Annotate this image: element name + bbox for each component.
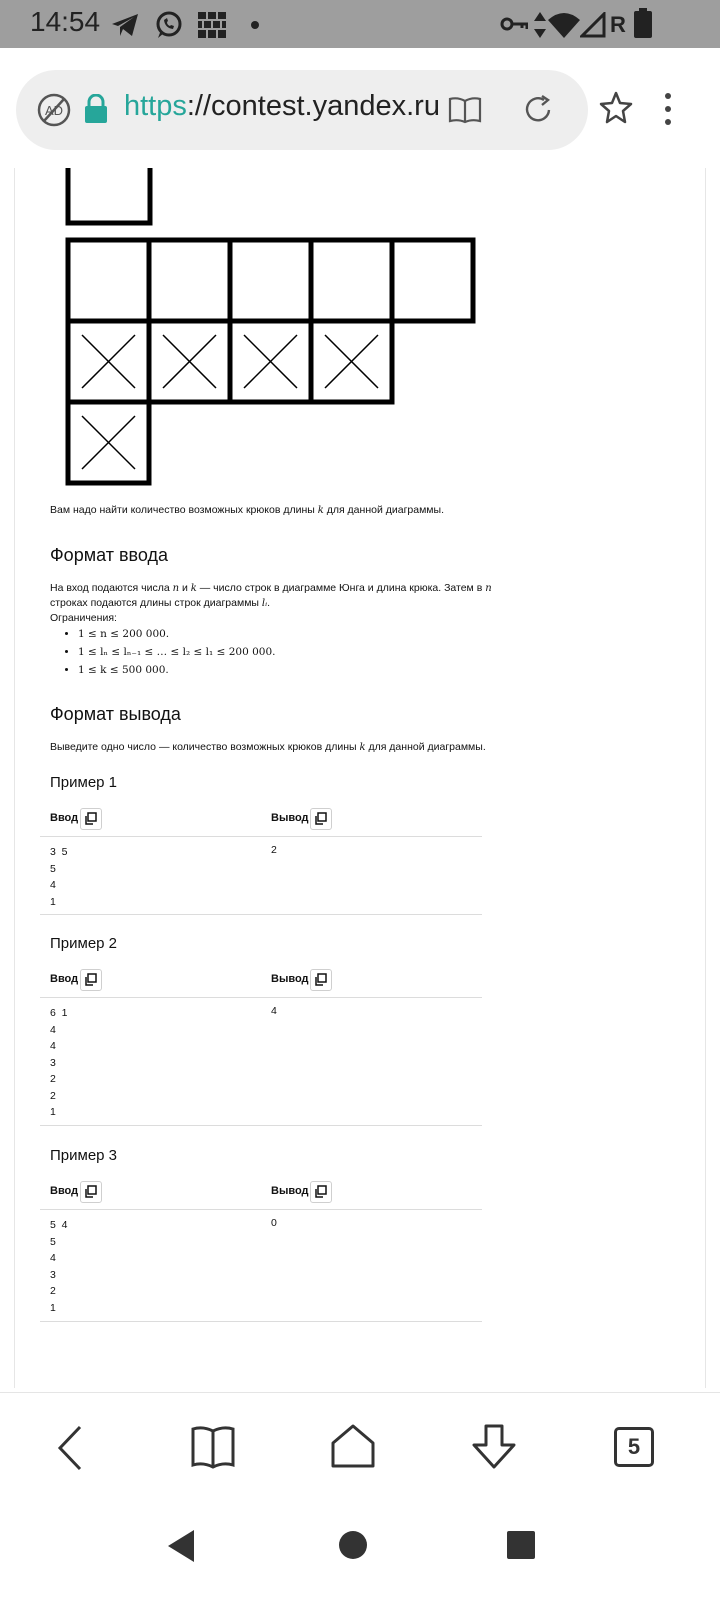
adblock-icon[interactable]: AD bbox=[36, 92, 72, 128]
input-label: Ввод bbox=[50, 812, 79, 824]
diagram-cell bbox=[227, 237, 314, 324]
tabs-count: 5 bbox=[627, 1434, 641, 1459]
address-bar[interactable]: AD https://contest.yandex.ru bbox=[16, 70, 588, 150]
status-time: 14:54 bbox=[30, 6, 101, 37]
system-back-icon[interactable] bbox=[166, 1528, 196, 1564]
partial-box-top bbox=[65, 168, 153, 226]
url-text[interactable]: https://contest.yandex.ru bbox=[124, 90, 454, 123]
example-2-header: Ввод Вывод bbox=[40, 965, 482, 998]
home-icon[interactable] bbox=[330, 1423, 376, 1469]
more-menu-icon[interactable] bbox=[664, 92, 672, 126]
constraint-item: 1 ≤ lₙ ≤ lₙ₋₁ ≤ … ≤ l₂ ≤ l₁ ≤ 200 000. bbox=[78, 643, 275, 661]
constraint-item: 1 ≤ k ≤ 500 000. bbox=[78, 661, 275, 679]
cell-cross-mark bbox=[81, 415, 136, 470]
browser-bottom-nav: 5 bbox=[0, 1392, 720, 1505]
whatsapp-icon bbox=[156, 11, 182, 38]
example-3-header: Ввод Вывод bbox=[40, 1177, 482, 1210]
example-output[interactable]: 2 bbox=[271, 844, 277, 856]
output-format-heading: Формат вывода bbox=[50, 704, 181, 724]
system-home-icon[interactable] bbox=[338, 1530, 368, 1560]
telegram-icon bbox=[112, 14, 138, 36]
cell-cross-mark bbox=[162, 334, 217, 389]
example-2-title: Пример 2 bbox=[50, 935, 118, 952]
system-nav-bar bbox=[0, 1504, 720, 1600]
output-label: Вывод bbox=[271, 973, 309, 985]
bookmarks-icon[interactable] bbox=[190, 1425, 236, 1469]
signal-icon bbox=[580, 12, 606, 38]
diagram-cell bbox=[389, 237, 476, 324]
status-bar: 14:54 R bbox=[0, 0, 720, 48]
copy-icon bbox=[85, 973, 97, 986]
example-output[interactable]: 4 bbox=[271, 1005, 277, 1017]
constraints-list: 1 ≤ n ≤ 200 000. 1 ≤ lₙ ≤ lₙ₋₁ ≤ … ≤ l₂ … bbox=[62, 625, 275, 679]
lock-icon bbox=[85, 94, 107, 123]
browser-toolbar: AD https://contest.yandex.ru bbox=[0, 48, 720, 168]
data-arrows-icon bbox=[534, 12, 546, 38]
input-format-heading: Формат ввода bbox=[50, 545, 168, 565]
cell-cross-mark bbox=[243, 334, 298, 389]
copy-output-button[interactable] bbox=[310, 808, 332, 830]
input-format-text: На вход подаются числа n и k — число стр… bbox=[50, 582, 492, 624]
example-1-title: Пример 1 bbox=[50, 774, 118, 791]
constraint-item: 1 ≤ n ≤ 200 000. bbox=[78, 625, 275, 643]
copy-icon bbox=[315, 973, 327, 986]
cell-cross-mark bbox=[324, 334, 379, 389]
constraints-label: Ограничения: bbox=[50, 612, 117, 624]
input-label: Ввод bbox=[50, 973, 79, 985]
downloads-icon[interactable] bbox=[470, 1423, 518, 1471]
diagram-cell bbox=[146, 237, 233, 324]
battery-icon bbox=[634, 8, 652, 38]
back-icon[interactable] bbox=[52, 1423, 88, 1473]
young-diagram-figure bbox=[65, 168, 476, 486]
reload-icon[interactable] bbox=[522, 94, 554, 126]
dot-icon bbox=[251, 21, 259, 29]
copy-icon bbox=[85, 812, 97, 825]
copy-icon bbox=[315, 812, 327, 825]
system-recents-icon[interactable] bbox=[506, 1530, 536, 1560]
roaming-r-icon: R bbox=[610, 12, 626, 37]
output-label: Вывод bbox=[271, 812, 309, 824]
output-label: Вывод bbox=[271, 1185, 309, 1197]
example-2-body: 6 1 4 4 3 2 2 1 4 bbox=[40, 997, 482, 1126]
diagram-cell bbox=[308, 237, 395, 324]
tabs-button[interactable]: 5 bbox=[614, 1427, 654, 1467]
example-input[interactable]: 3 5 5 4 1 bbox=[50, 844, 68, 910]
bookmark-star-icon[interactable] bbox=[598, 90, 634, 126]
example-output[interactable]: 0 bbox=[271, 1217, 277, 1229]
example-1-header: Ввод Вывод bbox=[40, 804, 482, 837]
diagram-cell bbox=[65, 237, 152, 324]
task-text: Вам надо найти количество возможных крюк… bbox=[50, 504, 444, 516]
vpn-key-icon bbox=[500, 17, 528, 31]
example-input[interactable]: 6 1 4 4 3 2 2 1 bbox=[50, 1005, 68, 1121]
reader-mode-icon[interactable] bbox=[448, 96, 482, 124]
copy-output-button[interactable] bbox=[310, 1181, 332, 1203]
copy-icon bbox=[315, 1185, 327, 1198]
copy-icon bbox=[85, 1185, 97, 1198]
example-3-title: Пример 3 bbox=[50, 1147, 118, 1164]
copy-output-button[interactable] bbox=[310, 969, 332, 991]
input-label: Ввод bbox=[50, 1185, 79, 1197]
copy-input-button[interactable] bbox=[80, 808, 102, 830]
copy-input-button[interactable] bbox=[80, 969, 102, 991]
firewall-icon bbox=[198, 12, 226, 38]
wifi-icon bbox=[548, 13, 580, 38]
output-format-text: Выведите одно число — количество возможн… bbox=[50, 741, 486, 753]
example-3-body: 5 4 5 4 3 2 1 0 bbox=[40, 1209, 482, 1322]
cell-cross-mark bbox=[81, 334, 136, 389]
copy-input-button[interactable] bbox=[80, 1181, 102, 1203]
page-content: Вам надо найти количество возможных крюк… bbox=[0, 168, 720, 1392]
example-input[interactable]: 5 4 5 4 3 2 1 bbox=[50, 1217, 68, 1316]
example-1-body: 3 5 5 4 1 2 bbox=[40, 836, 482, 915]
